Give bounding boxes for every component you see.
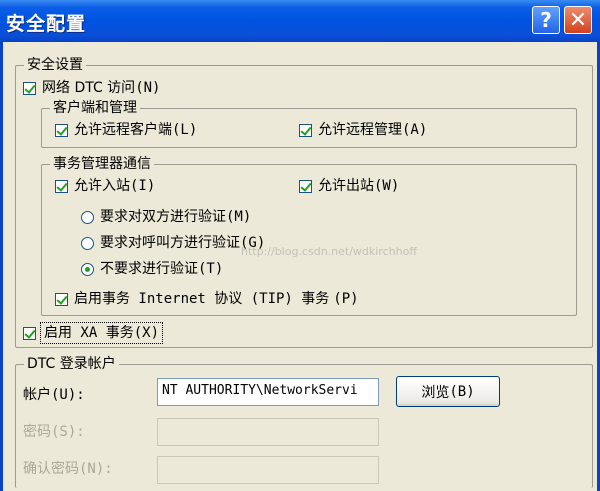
auth-caller-radio[interactable]: 要求对呼叫方进行验证 (G)	[81, 234, 265, 252]
network-dtc-access-label: 网络 DTC 访问	[42, 80, 136, 96]
close-icon: ✕	[568, 7, 588, 33]
hotkey-n: (N)	[135, 80, 161, 96]
window-title: 安全配置	[6, 13, 87, 35]
account-label: 帐户(U):	[23, 386, 85, 404]
enable-xa-checkbox[interactable]: 启用 XA 事务(X)	[23, 322, 164, 344]
allow-outbound-checkbox[interactable]: 允许出站 (W)	[299, 177, 399, 195]
help-icon: ?	[540, 8, 552, 32]
dtc-logon-legend: DTC 登录帐户	[24, 355, 119, 373]
allow-remote-clients-label: 允许远程客户端	[74, 122, 172, 138]
radio-dot[interactable]	[81, 262, 94, 276]
security-settings-legend: 安全设置	[24, 56, 86, 74]
client-admin-legend: 客户端和管理	[50, 99, 140, 117]
hotkey-m: (M)	[226, 209, 252, 225]
browse-label: 浏览	[421, 384, 450, 401]
hotkey-w: (W)	[374, 178, 400, 194]
radio-dot[interactable]	[81, 210, 94, 224]
allow-remote-clients-checkbox[interactable]: 允许远程客户端 (L)	[55, 121, 197, 139]
enable-xa-focus: 启用 XA 事务(X)	[39, 322, 164, 344]
password-label: 密码(S):	[23, 423, 85, 441]
password-input	[157, 418, 379, 446]
checkbox-box[interactable]	[23, 326, 36, 340]
allow-remote-admin-checkbox[interactable]: 允许远程管理 (A)	[299, 121, 427, 139]
allow-remote-admin-label: 允许远程管理	[318, 122, 402, 138]
checkbox-box[interactable]	[55, 179, 68, 193]
hotkey-x: (X)	[133, 325, 160, 341]
browse-button[interactable]: 浏览 (B)	[396, 376, 500, 407]
hotkey-l: (L)	[172, 122, 198, 138]
password-label-text: 密码	[23, 424, 51, 440]
auth-mutual-label: 要求对双方进行验证	[100, 209, 226, 225]
hotkey-p: (P)	[333, 291, 359, 307]
close-button[interactable]: ✕	[564, 6, 592, 34]
checkbox-box[interactable]	[55, 123, 68, 137]
checkbox-box[interactable]	[55, 292, 68, 306]
enable-tip-checkbox[interactable]: 启用事务 Internet 协议 (TIP) 事务 (P)	[55, 290, 359, 308]
watermark: http://blog.csdn.net/wdkirchhoff	[241, 245, 417, 258]
confirm-password-label: 确认密码(N):	[23, 460, 113, 478]
auth-none-label: 不要求进行验证	[100, 261, 198, 277]
allow-inbound-label: 允许入站	[74, 178, 130, 194]
hotkey-n2: (N):	[79, 461, 113, 477]
confirm-password-input	[157, 456, 379, 484]
hotkey-i: (I)	[130, 178, 156, 194]
help-button[interactable]: ?	[532, 6, 560, 34]
network-dtc-access-checkbox[interactable]: 网络 DTC 访问 (N)	[23, 79, 160, 97]
checkbox-box[interactable]	[23, 81, 36, 95]
tm-communication-legend: 事务管理器通信	[50, 155, 154, 173]
hotkey-a: (A)	[402, 122, 428, 138]
checkbox-box[interactable]	[299, 123, 312, 137]
confirm-label-text: 确认密码	[23, 461, 79, 477]
auth-none-radio[interactable]: 不要求进行验证 (T)	[81, 260, 223, 278]
hotkey-t: (T)	[198, 261, 224, 277]
auth-caller-label: 要求对呼叫方进行验证	[100, 235, 240, 251]
auth-mutual-radio[interactable]: 要求对双方进行验证 (M)	[81, 208, 251, 226]
hotkey-u: (U):	[51, 387, 85, 403]
allow-inbound-checkbox[interactable]: 允许入站 (I)	[55, 177, 155, 195]
account-label-text: 帐户	[23, 387, 51, 403]
title-bar[interactable]: 安全配置 ? ✕	[0, 0, 600, 42]
hotkey-s: (S):	[51, 424, 85, 440]
hotkey-b: (B)	[449, 383, 475, 400]
radio-dot[interactable]	[81, 236, 94, 250]
enable-tip-label: 启用事务 Internet 协议 (TIP) 事务	[74, 291, 330, 307]
account-input[interactable]: NT AUTHORITY\NetworkServi	[157, 378, 379, 406]
security-config-dialog: 安全配置 ? ✕ 安全设置 网络 DTC 访问 (N) 客户端和管理 允许远程客…	[0, 0, 600, 491]
checkbox-box[interactable]	[299, 179, 312, 193]
enable-xa-label: 启用 XA 事务	[44, 325, 134, 341]
allow-outbound-label: 允许出站	[318, 178, 374, 194]
